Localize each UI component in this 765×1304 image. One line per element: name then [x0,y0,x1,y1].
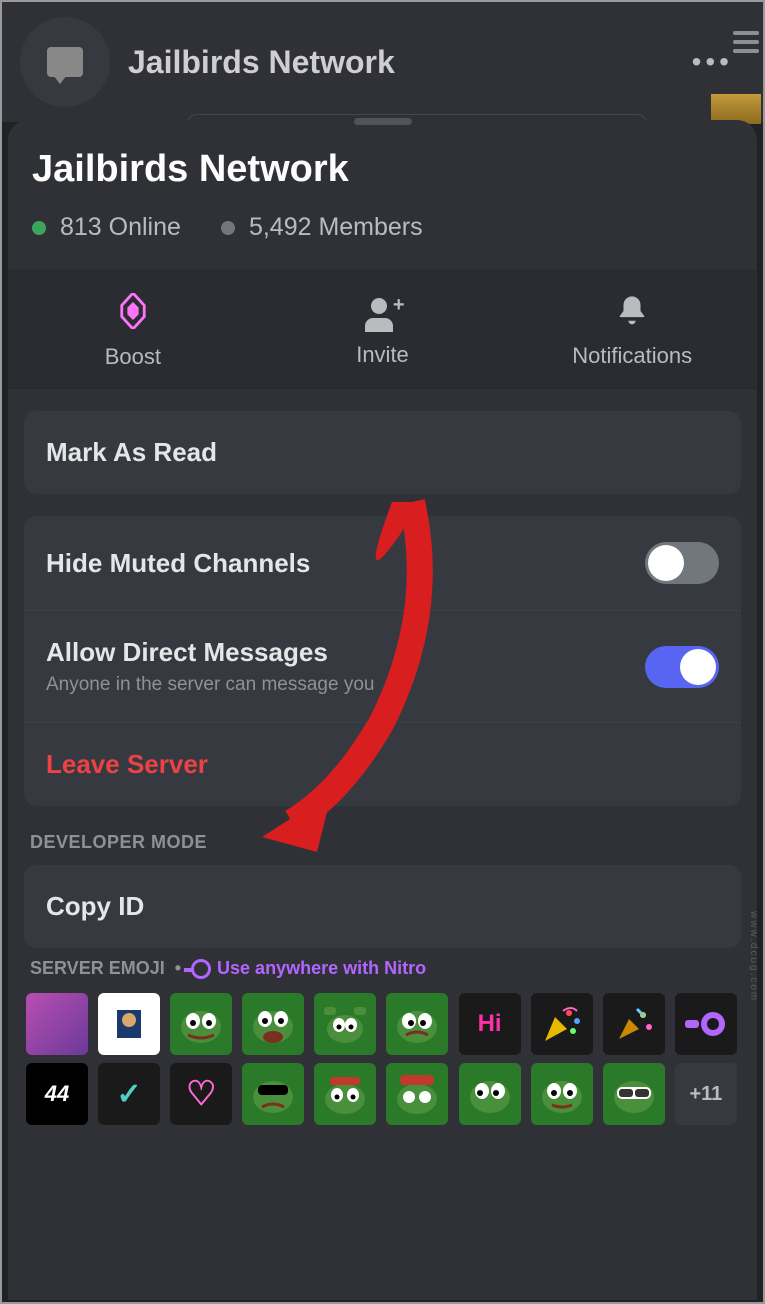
emoji-more-button[interactable]: +11 [675,1063,737,1125]
invite-label: Invite [356,342,409,368]
allow-dm-row[interactable]: Allow Direct Messages Anyone in the serv… [24,610,741,722]
emoji-item[interactable] [675,993,737,1055]
copy-id-label: Copy ID [46,891,144,922]
mark-as-read-label: Mark As Read [46,437,217,468]
bell-icon [617,294,647,333]
online-count: 813 Online [60,213,181,242]
member-dot-icon [221,221,235,235]
server-avatar[interactable] [20,17,110,107]
boost-label: Boost [105,344,161,370]
emoji-item[interactable] [531,993,593,1055]
channel-header: Jailbirds Network ••• [2,2,763,122]
allow-dm-label: Allow Direct Messages [46,637,374,668]
hide-muted-row[interactable]: Hide Muted Channels [24,516,741,610]
boost-tab[interactable]: Boost [8,271,258,388]
emoji-item[interactable] [98,993,160,1055]
emoji-item[interactable] [314,1063,376,1125]
notifications-tab[interactable]: Notifications [507,271,757,388]
online-dot-icon [32,221,46,235]
nitro-link[interactable]: Use anywhere with Nitro [191,958,426,979]
header-server-name: Jailbirds Network [128,44,692,81]
copy-id-row[interactable]: Copy ID [24,865,741,948]
emoji-item[interactable] [242,993,304,1055]
mark-as-read-row[interactable]: Mark As Read [24,411,741,494]
hide-muted-label: Hide Muted Channels [46,548,310,579]
emoji-item[interactable] [170,993,232,1055]
nitro-icon [191,959,211,979]
leave-server-label: Leave Server [46,749,208,780]
emoji-item[interactable] [386,1063,448,1125]
server-settings-sheet: Jailbirds Network 813 Online 5,492 Membe… [8,120,757,1300]
more-options-icon[interactable]: ••• [692,46,733,78]
chat-icon [47,47,83,77]
emoji-item[interactable]: ✓ [98,1063,160,1125]
server-emoji-label: SERVER EMOJI [30,958,165,979]
developer-mode-label: DEVELOPER MODE [8,806,757,865]
allow-dm-toggle[interactable] [645,646,719,688]
emoji-item[interactable] [531,1063,593,1125]
sheet-grabber[interactable] [354,118,412,125]
emoji-item[interactable] [603,993,665,1055]
emoji-grid: Hi 44 ✓ ♡ +11 [8,993,757,1125]
member-status-row: 813 Online 5,492 Members [8,191,757,270]
watermark: www.dcug.com [748,911,759,1002]
leave-server-row[interactable]: Leave Server [24,722,741,806]
boost-icon [119,293,147,334]
sheet-title: Jailbirds Network [8,148,757,191]
emoji-item[interactable] [459,1063,521,1125]
invite-icon: + [363,296,403,332]
emoji-item[interactable]: ♡ [170,1063,232,1125]
emoji-item[interactable] [26,993,88,1055]
emoji-item[interactable]: 44 [26,1063,88,1125]
members-list-icon[interactable] [733,22,763,62]
hide-muted-toggle[interactable] [645,542,719,584]
emoji-item[interactable] [386,993,448,1055]
allow-dm-sublabel: Anyone in the server can message you [46,674,374,696]
invite-tab[interactable]: + Invite [258,271,508,388]
members-count: 5,492 Members [249,213,423,242]
nitro-hint-label: Use anywhere with Nitro [217,958,426,979]
notifications-label: Notifications [572,343,692,369]
emoji-item[interactable] [603,1063,665,1125]
emoji-item[interactable] [242,1063,304,1125]
emoji-item[interactable]: Hi [459,993,521,1055]
emoji-item[interactable] [314,993,376,1055]
